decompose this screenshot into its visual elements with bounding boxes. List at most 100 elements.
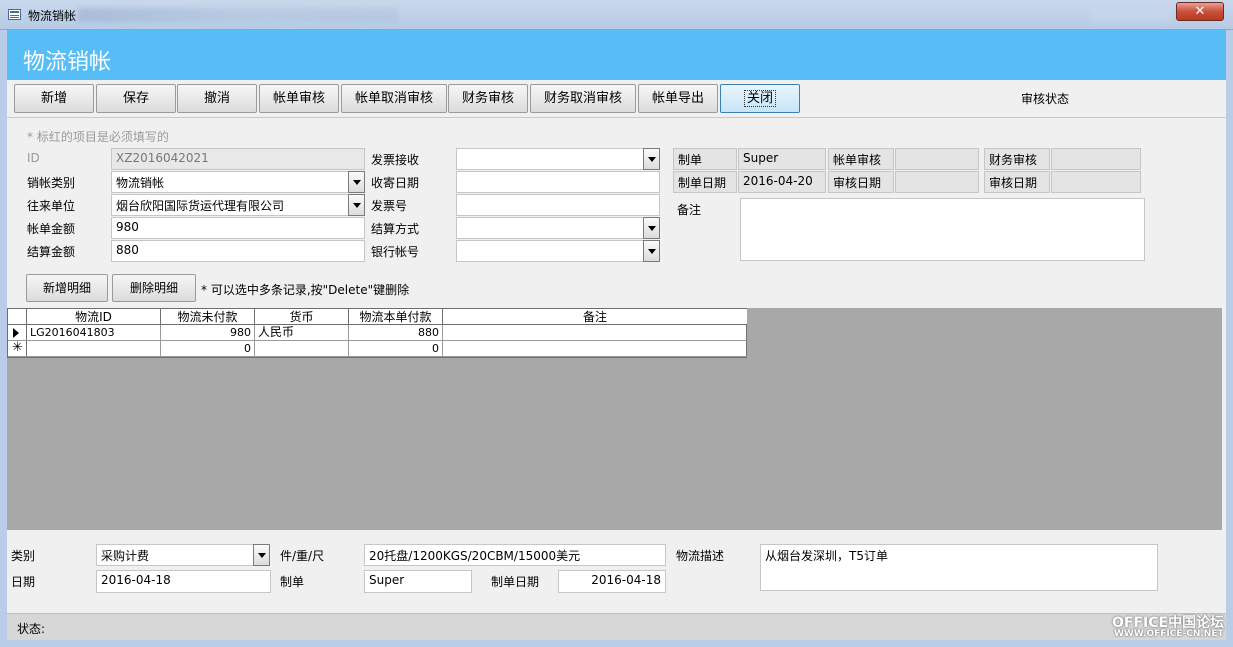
col-header-unpaid[interactable]: 物流未付款 xyxy=(161,309,255,325)
table-cell[interactable] xyxy=(27,341,161,357)
partner-dropdown-icon[interactable] xyxy=(348,194,365,216)
bottom-make-date-field[interactable]: 2016-04-18 xyxy=(558,570,666,593)
invoice-no-field[interactable] xyxy=(456,194,660,216)
table-cell[interactable]: 人民币 xyxy=(255,325,349,341)
audit-status-label: 审核状态 xyxy=(1021,92,1070,106)
delete-detail-button[interactable]: 删除明细 xyxy=(112,274,196,302)
remark-textarea[interactable] xyxy=(740,198,1145,261)
bill-audit-value xyxy=(895,148,979,170)
type-dropdown-icon[interactable] xyxy=(348,171,365,193)
window-title: 物流销帐 xyxy=(28,9,77,23)
bill-audit-label: 帐单审核 xyxy=(828,148,894,170)
mail-date-label: 收寄日期 xyxy=(371,176,420,190)
settle-amount-label: 结算金额 xyxy=(27,245,76,259)
current-row-arrow-icon xyxy=(13,328,19,338)
table-cell[interactable] xyxy=(443,341,747,357)
category-label: 类别 xyxy=(11,549,36,563)
type-label: 销帐类别 xyxy=(27,176,76,190)
row-selector-header[interactable] xyxy=(8,309,27,325)
new-button[interactable]: 新增 xyxy=(14,84,94,113)
invoice-recv-select[interactable] xyxy=(456,148,644,170)
table-cell[interactable]: 0 xyxy=(349,341,443,357)
window-close-button[interactable]: ✕ xyxy=(1176,2,1224,21)
category-dropdown-icon[interactable] xyxy=(253,544,270,566)
table-cell[interactable]: 980 xyxy=(161,325,255,341)
mail-date-field[interactable] xyxy=(456,171,660,193)
form-header: 物流销帐 xyxy=(7,30,1226,80)
invoice-no-label: 发票号 xyxy=(371,199,408,213)
pieces-field[interactable]: 20托盘/1200KGS/20CBM/15000美元 xyxy=(364,544,666,566)
window-title-bar[interactable]: 物流销帐 ✕ xyxy=(0,0,1233,30)
watermark-logo: OFFICE中国论坛 WWW.OFFICE-CN.NET xyxy=(1112,612,1224,639)
new-record-asterisk-icon: ✳ xyxy=(12,340,23,355)
blurred-area xyxy=(1090,6,1170,22)
category-select[interactable]: 采购计费 xyxy=(96,544,254,566)
detail-datasheet: 物流ID 物流未付款 货币 物流本单付款 备注 LG2016041803 980… xyxy=(7,308,747,358)
bank-account-dropdown-icon[interactable] xyxy=(643,240,660,262)
make-date-label: 制单日期 xyxy=(673,171,737,193)
bank-account-select[interactable] xyxy=(456,240,644,262)
bottom-maker-label: 制单 xyxy=(280,575,305,589)
window-frame-bottom xyxy=(0,640,1233,647)
desc-textarea[interactable]: 从烟台发深圳，T5订单 xyxy=(760,544,1158,591)
blurred-tabs xyxy=(78,8,398,22)
finance-audit-button[interactable]: 财务审核 xyxy=(448,84,528,113)
bill-amount-field[interactable]: 980 xyxy=(111,217,365,239)
save-button[interactable]: 保存 xyxy=(96,84,176,113)
bill-export-button[interactable]: 帐单导出 xyxy=(638,84,718,113)
make-date-value: 2016-04-20 xyxy=(738,171,826,193)
invoice-recv-dropdown-icon[interactable] xyxy=(643,148,660,170)
invoice-recv-label: 发票接收 xyxy=(371,153,420,167)
page-title: 物流销帐 xyxy=(23,50,112,75)
undo-button[interactable]: 撤消 xyxy=(177,84,257,113)
finance-audit-date-value xyxy=(1051,171,1141,193)
toolbar: 新增 保存 撤消 帐单审核 帐单取消审核 财务审核 财务取消审核 帐单导出 关闭… xyxy=(7,80,1226,118)
close-button[interactable]: 关闭 xyxy=(720,84,800,113)
partner-label: 往来单位 xyxy=(27,199,76,213)
maker-value: Super xyxy=(738,148,826,170)
col-header-currency[interactable]: 货币 xyxy=(255,309,349,325)
col-header-remark[interactable]: 备注 xyxy=(443,309,747,325)
window-frame-left xyxy=(0,30,7,647)
table-cell[interactable] xyxy=(255,341,349,357)
close-button-label: 关闭 xyxy=(743,90,776,107)
required-hint: * 标红的项目是必须填写的 xyxy=(27,130,169,144)
audit-date-label: 审核日期 xyxy=(828,171,894,193)
bill-cancel-audit-button[interactable]: 帐单取消审核 xyxy=(341,84,447,113)
row-selector-current[interactable] xyxy=(8,325,27,341)
col-header-id[interactable]: 物流ID xyxy=(27,309,161,325)
date-field[interactable]: 2016-04-18 xyxy=(96,570,271,593)
finance-audit-date-label: 审核日期 xyxy=(984,171,1050,193)
type-select[interactable]: 物流销帐 xyxy=(111,171,349,193)
pieces-label: 件/重/尺 xyxy=(280,549,325,563)
finance-audit-value xyxy=(1051,148,1141,170)
settle-method-dropdown-icon[interactable] xyxy=(643,217,660,239)
finance-cancel-audit-button[interactable]: 财务取消审核 xyxy=(530,84,636,113)
settle-method-label: 结算方式 xyxy=(371,222,420,236)
bill-audit-button[interactable]: 帐单审核 xyxy=(259,84,339,113)
table-cell[interactable]: 880 xyxy=(349,325,443,341)
bottom-make-date-label: 制单日期 xyxy=(491,575,540,589)
watermark-line2: WWW.OFFICE-CN.NET xyxy=(1114,629,1224,639)
row-selector-new[interactable]: ✳ xyxy=(8,340,27,357)
partner-select[interactable]: 烟台欣阳国际货运代理有限公司 xyxy=(111,194,349,216)
table-cell[interactable] xyxy=(443,325,747,341)
finance-audit-label: 财务审核 xyxy=(984,148,1050,170)
form-icon xyxy=(8,9,21,20)
add-detail-button[interactable]: 新增明细 xyxy=(26,274,108,302)
table-cell[interactable]: 0 xyxy=(161,341,255,357)
id-field[interactable]: XZ2016042021 xyxy=(111,148,365,170)
table-cell[interactable]: LG2016041803 xyxy=(27,325,161,341)
id-label: ID xyxy=(27,151,40,165)
settle-method-select[interactable] xyxy=(456,217,644,239)
status-bar: 状态: xyxy=(7,613,1226,640)
delete-tip: * 可以选中多条记录,按"Delete"键删除 xyxy=(201,283,410,297)
col-header-paid[interactable]: 物流本单付款 xyxy=(349,309,443,325)
desc-label: 物流描述 xyxy=(676,549,725,563)
close-icon: ✕ xyxy=(1194,4,1206,19)
bottom-maker-field[interactable]: Super xyxy=(364,570,472,593)
bank-account-label: 银行帐号 xyxy=(371,245,420,259)
remark-label: 备注 xyxy=(677,203,702,217)
date-label: 日期 xyxy=(11,575,36,589)
settle-amount-field[interactable]: 880 xyxy=(111,240,365,262)
